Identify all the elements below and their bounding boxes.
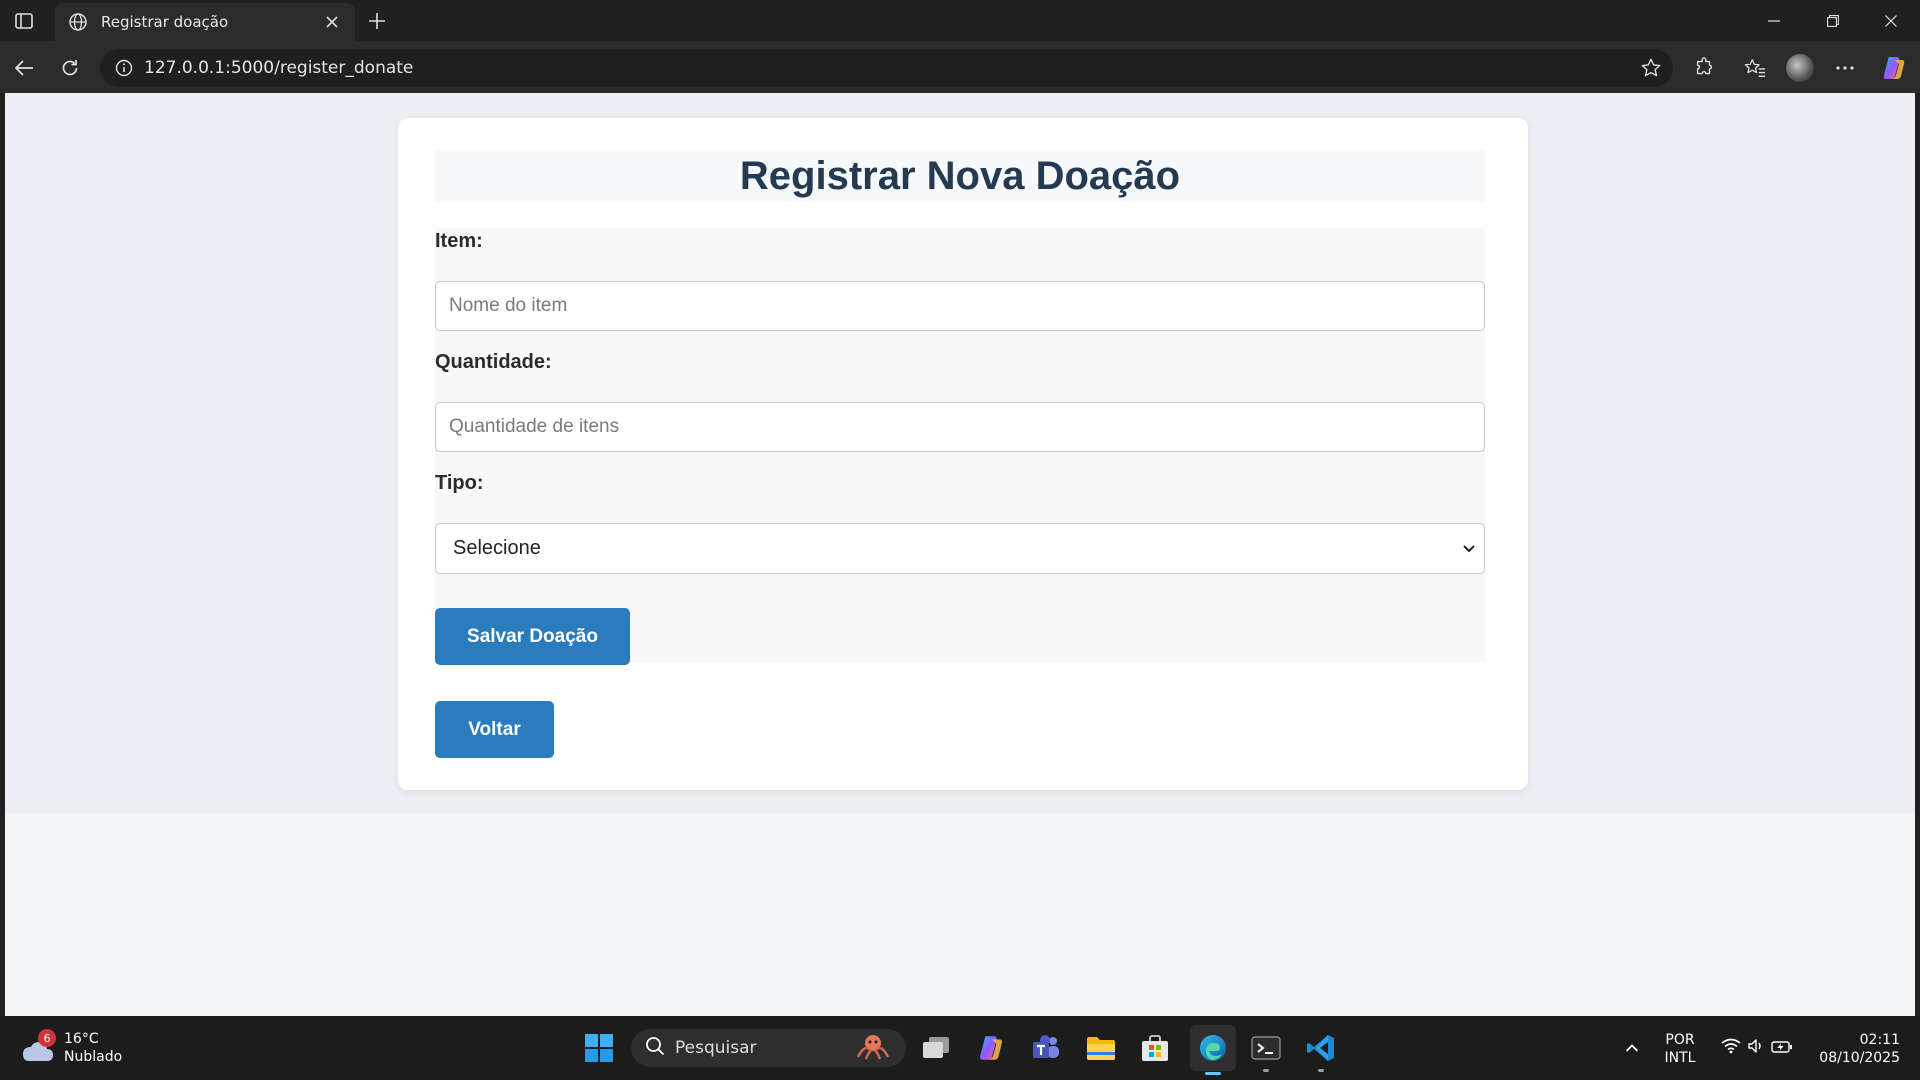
type-label: Tipo: [435, 472, 484, 494]
show-hidden-icons-chevron-icon[interactable] [1613, 1028, 1651, 1068]
copilot-app-icon[interactable] [971, 1028, 1011, 1068]
clock-time: 02:11 [1859, 1032, 1900, 1048]
search-icon [645, 1036, 665, 1060]
cloud-weather-icon: 6 [20, 1029, 56, 1063]
vscode-icon[interactable] [1301, 1028, 1341, 1072]
keyboard-layout: INTL [1664, 1050, 1696, 1066]
page-title: Registrar Nova Doação [739, 153, 1181, 198]
site-info-icon[interactable] [114, 58, 134, 78]
address-bar[interactable]: 127.0.0.1:5000/register_donate [100, 49, 1673, 87]
close-tab-icon[interactable] [321, 11, 343, 33]
weather-text: 16°C Nublado [64, 1030, 122, 1066]
search-highlight-icon [850, 1031, 896, 1065]
more-options-icon[interactable] [1829, 53, 1861, 83]
copilot-icon[interactable] [1878, 53, 1910, 83]
weather-badge: 6 [38, 1029, 56, 1047]
item-label: Item: [435, 230, 483, 252]
quantity-label: Quantidade: [435, 351, 552, 373]
favorites-list-icon[interactable] [1739, 53, 1771, 83]
taskbar-search[interactable]: Pesquisar [631, 1029, 906, 1067]
quantity-input[interactable] [435, 402, 1485, 452]
browser-tab-bar: Registrar doação [0, 0, 1920, 41]
back-arrow-icon[interactable] [9, 53, 39, 83]
microsoft-store-icon[interactable] [1135, 1028, 1175, 1068]
weather-temp: 16°C [64, 1031, 99, 1047]
wifi-icon [1721, 1038, 1741, 1058]
back-button[interactable]: Voltar [435, 701, 554, 758]
browser-tab-active[interactable]: Registrar doação [55, 3, 355, 41]
tab-title: Registrar doação [101, 13, 229, 31]
item-name-input[interactable] [435, 281, 1485, 331]
terminal-icon[interactable] [1246, 1028, 1286, 1072]
browser-toolbar: 127.0.0.1:5000/register_donate [0, 41, 1920, 93]
donation-form: Item: Quantidade: Tipo: Selecione Salvar… [435, 228, 1485, 665]
chevron-down-icon [1462, 539, 1476, 558]
start-windows-icon[interactable] [579, 1028, 619, 1068]
extensions-puzzle-icon[interactable] [1688, 53, 1720, 83]
page-viewport: Registrar Nova Doação Item: Quantidade: … [5, 93, 1915, 1016]
globe-icon [67, 11, 89, 33]
system-tray-quick-settings[interactable] [1712, 1028, 1802, 1068]
new-tab-icon[interactable] [364, 8, 390, 34]
language-code: POR [1665, 1032, 1695, 1048]
clock[interactable]: 02:11 08/10/2025 [1808, 1031, 1900, 1067]
clock-date: 08/10/2025 [1819, 1050, 1900, 1066]
edge-browser-icon[interactable] [1190, 1025, 1236, 1075]
save-donation-button[interactable]: Salvar Doação [435, 608, 630, 665]
running-app-indicator [1318, 1069, 1324, 1072]
donation-form-card: Registrar Nova Doação Item: Quantidade: … [398, 118, 1528, 790]
battery-charging-icon [1771, 1039, 1793, 1058]
windows-taskbar: 6 16°C Nublado Pesquisar POR INTL 02:11 … [0, 1016, 1920, 1080]
favorite-star-icon[interactable] [1637, 54, 1665, 82]
profile-avatar[interactable] [1784, 53, 1816, 83]
volume-icon [1747, 1038, 1765, 1058]
active-app-indicator [1205, 1072, 1221, 1075]
keyboard-language[interactable]: POR INTL [1656, 1031, 1704, 1067]
sidebar-toggle-icon[interactable] [12, 10, 36, 32]
restore-icon[interactable] [1813, 7, 1853, 35]
url-text[interactable]: 127.0.0.1:5000/register_donate [144, 58, 1637, 78]
minimize-icon[interactable] [1754, 7, 1794, 35]
file-explorer-icon[interactable] [1081, 1028, 1121, 1068]
close-window-icon[interactable] [1871, 7, 1911, 35]
teams-icon[interactable] [1026, 1028, 1066, 1068]
running-app-indicator [1263, 1069, 1269, 1072]
reload-icon[interactable] [55, 53, 85, 83]
weather-widget[interactable]: 6 16°C Nublado [20, 1028, 122, 1068]
type-select-value: Selecione [453, 537, 541, 559]
weather-desc: Nublado [64, 1049, 123, 1065]
title-container: Registrar Nova Doação [435, 149, 1485, 203]
type-select[interactable]: Selecione [435, 523, 1485, 574]
task-view-icon[interactable] [916, 1028, 956, 1068]
search-label: Pesquisar [675, 1038, 757, 1058]
